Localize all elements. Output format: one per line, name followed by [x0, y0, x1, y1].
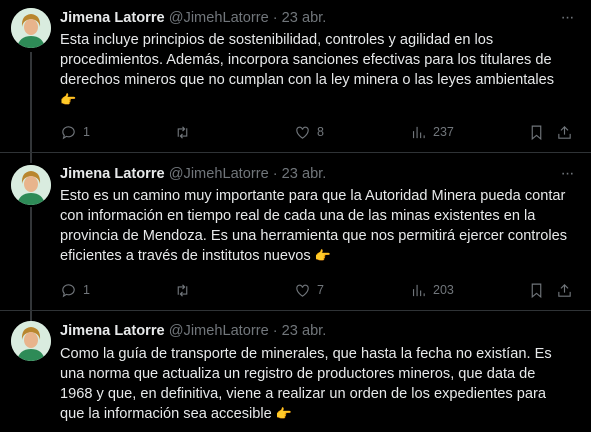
author-handle[interactable]: @JimehLatorre [169, 10, 269, 26]
views-icon [412, 126, 425, 138]
tweet-divider [0, 152, 591, 153]
views-icon [412, 284, 425, 296]
tweet-date[interactable]: · 23 abr. [273, 10, 327, 26]
tweet-actions: 1 8 237 [60, 122, 580, 142]
views-button[interactable]: 237 [410, 122, 454, 142]
author-name[interactable]: Jimena Latorre [60, 323, 165, 339]
like-button[interactable]: 7 [294, 280, 324, 300]
views-button[interactable]: 203 [410, 280, 454, 300]
thread-line [30, 207, 32, 322]
share-button[interactable] [556, 122, 573, 142]
bookmark-button[interactable] [528, 280, 545, 300]
more-options-button[interactable]: ··· [556, 166, 578, 186]
tweet-divider [0, 310, 591, 311]
tweet-header: Jimena Latorre @JimehLatorre · 23 abr. [60, 165, 326, 183]
tweet-header: Jimena Latorre @JimehLatorre · 23 abr. [60, 322, 326, 340]
reply-count: 1 [83, 125, 90, 139]
pointing-hand-emoji: 👉 [60, 93, 77, 108]
tweet-text-content: Como la guía de transporte de minerales,… [60, 346, 552, 422]
tweet-text: Esto es un camino muy importante para qu… [60, 186, 570, 267]
tweet-actions: 1 7 203 [60, 280, 580, 300]
thread-line [30, 153, 32, 163]
retweet-icon [177, 125, 188, 139]
retweet-button[interactable] [174, 280, 191, 300]
reply-button[interactable]: 1 [60, 280, 90, 300]
tweet-header: Jimena Latorre @JimehLatorre · 23 abr. [60, 9, 326, 27]
retweet-button[interactable] [174, 122, 191, 142]
pointing-hand-emoji: 👉 [275, 407, 292, 422]
views-count: 203 [433, 283, 454, 297]
author-name[interactable]: Jimena Latorre [60, 10, 165, 26]
reply-count: 1 [83, 283, 90, 297]
author-handle[interactable]: @JimehLatorre [169, 323, 269, 339]
reply-icon [62, 125, 75, 139]
like-button[interactable]: 8 [294, 122, 324, 142]
reply-icon [62, 283, 75, 297]
tweet-date[interactable]: · 23 abr. [273, 323, 327, 339]
avatar[interactable] [11, 321, 51, 361]
thread-line [30, 52, 32, 152]
bookmark-icon [531, 125, 542, 140]
more-options-button[interactable]: ··· [556, 10, 578, 30]
retweet-icon [177, 283, 188, 297]
like-count: 7 [317, 283, 324, 297]
bookmark-button[interactable] [528, 122, 545, 142]
like-count: 8 [317, 125, 324, 139]
tweet-text-content: Esta incluye principios de sostenibilida… [60, 32, 555, 88]
tweet-text-content: Esto es un camino muy importante para qu… [60, 188, 567, 264]
tweet-text: Esta incluye principios de sostenibilida… [60, 30, 570, 111]
thread-line [30, 311, 32, 321]
author-name[interactable]: Jimena Latorre [60, 166, 165, 182]
share-button[interactable] [556, 280, 573, 300]
avatar[interactable] [11, 165, 51, 205]
bookmark-icon [531, 283, 542, 298]
avatar[interactable] [11, 8, 51, 48]
share-icon [558, 125, 571, 139]
author-handle[interactable]: @JimehLatorre [169, 166, 269, 182]
like-icon [296, 126, 309, 139]
like-icon [296, 284, 309, 297]
tweet-text: Como la guía de transporte de minerales,… [60, 344, 570, 425]
reply-button[interactable]: 1 [60, 122, 90, 142]
tweet-date[interactable]: · 23 abr. [273, 166, 327, 182]
views-count: 237 [433, 125, 454, 139]
pointing-hand-emoji: 👉 [314, 249, 331, 264]
share-icon [558, 283, 571, 297]
